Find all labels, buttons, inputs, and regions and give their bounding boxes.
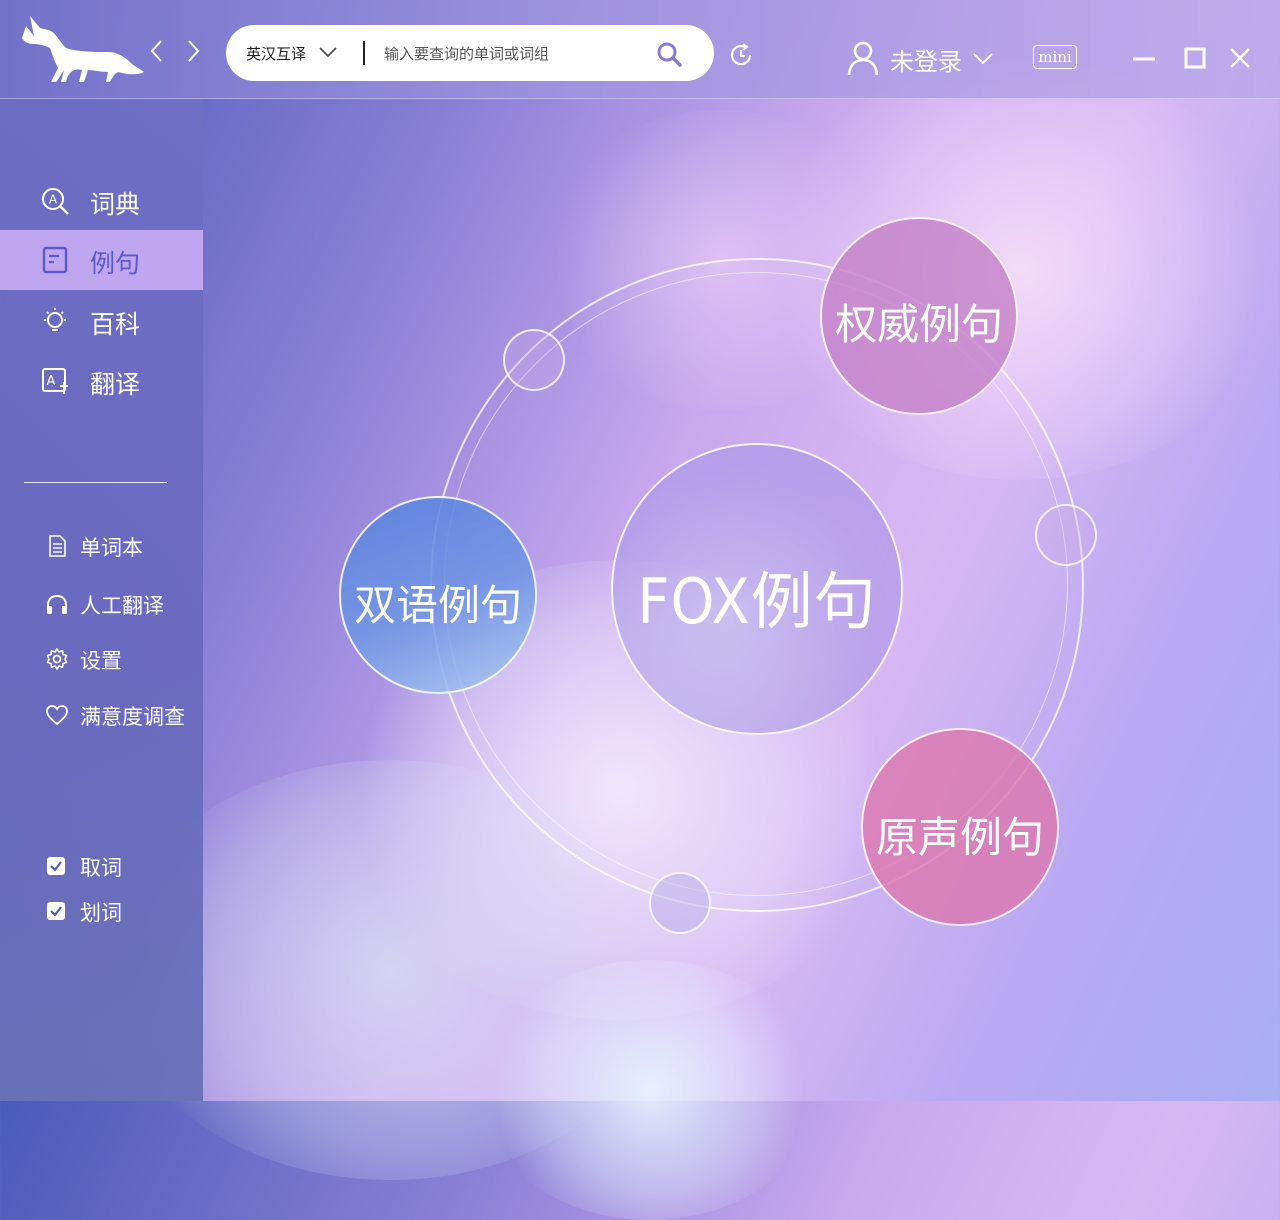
heart-icon [46,705,68,726]
nav-item-label: 例句 [90,249,141,278]
sidebar: A 词典 例句 百科 A 翻译 单词本 人工翻译 设置 满意度调查 取词 划词 [0,99,203,1101]
nav-item-label: 百科 [90,310,141,339]
maximize-icon[interactable] [1183,46,1207,70]
fox-sentence-center[interactable]: FOX例句 [611,443,903,735]
original-sentence-bubble[interactable]: 原声例句 [861,728,1059,926]
svg-text:A: A [49,193,58,207]
fox-logo-icon [22,16,144,82]
background-glow [480,960,820,1220]
tool-label: 设置 [80,649,122,673]
translate-icon: A [42,368,68,394]
orbit-node [649,872,711,934]
nav-item-sentence[interactable]: 例句 [0,230,203,290]
search-icon[interactable] [654,39,684,69]
nav-item-dictionary[interactable]: A 词典 [0,171,203,231]
sentence-icon [42,246,68,274]
back-button[interactable] [146,38,168,64]
authority-sentence-bubble[interactable]: 权威例句 [820,217,1018,415]
tool-label: 人工翻译 [80,594,164,618]
chevron-down-icon[interactable] [972,52,994,66]
orbit-node [1035,504,1097,566]
headphones-icon [47,594,67,614]
checkmark-icon [50,906,62,917]
tool-wordbook[interactable]: 单词本 [0,529,203,563]
checkbox[interactable] [47,857,65,875]
gear-icon [46,648,68,670]
capture-word-checkbox[interactable]: 取词 [0,849,203,883]
text-caret [363,41,365,65]
nav-item-label: 翻译 [90,370,141,399]
chevron-right-icon [188,40,200,62]
notebook-icon [49,535,66,557]
svg-text:A: A [47,374,56,389]
bulb-icon [44,308,66,331]
forward-button[interactable] [182,38,204,64]
bubble-label: 权威例句 [834,300,1003,349]
search-input[interactable] [382,35,636,73]
nav-item-translate[interactable]: A 翻译 [0,351,203,411]
tool-survey[interactable]: 满意度调查 [0,698,203,732]
tool-label: 单词本 [80,536,143,560]
bubble-label: 原声例句 [875,813,1044,862]
title-bar: 英汉互译 未登录 mini [0,0,1280,99]
close-icon[interactable] [1228,46,1252,70]
tool-settings[interactable]: 设置 [0,642,203,676]
chevron-left-icon [150,40,162,62]
user-icon[interactable] [846,40,880,76]
minimize-icon[interactable] [1132,46,1156,70]
search-bar: 英汉互译 [226,25,714,81]
bilingual-sentence-bubble[interactable]: 双语例句 [339,496,537,694]
mini-mode-button[interactable]: mini [1033,45,1077,69]
dictionary-icon: A [42,188,69,215]
nav-item-label: 词典 [90,190,141,219]
sidebar-divider [24,482,167,483]
login-label[interactable]: 未登录 [890,42,962,77]
center-label: FOX例句 [637,565,877,638]
chevron-down-icon[interactable] [318,45,338,59]
checkmark-icon [50,861,62,872]
tool-label: 满意度调查 [80,705,185,729]
nav-item-encyclopedia[interactable]: 百科 [0,291,203,351]
orbit-node [503,329,565,391]
select-word-checkbox[interactable]: 划词 [0,894,203,928]
bubble-label: 双语例句 [353,581,522,630]
checkbox-label: 取词 [80,856,122,880]
checkbox-label: 划词 [80,901,122,925]
checkbox[interactable] [47,902,65,920]
language-selector[interactable]: 英汉互译 [246,43,306,64]
tool-human-translation[interactable]: 人工翻译 [0,587,203,621]
history-icon[interactable] [728,42,754,68]
